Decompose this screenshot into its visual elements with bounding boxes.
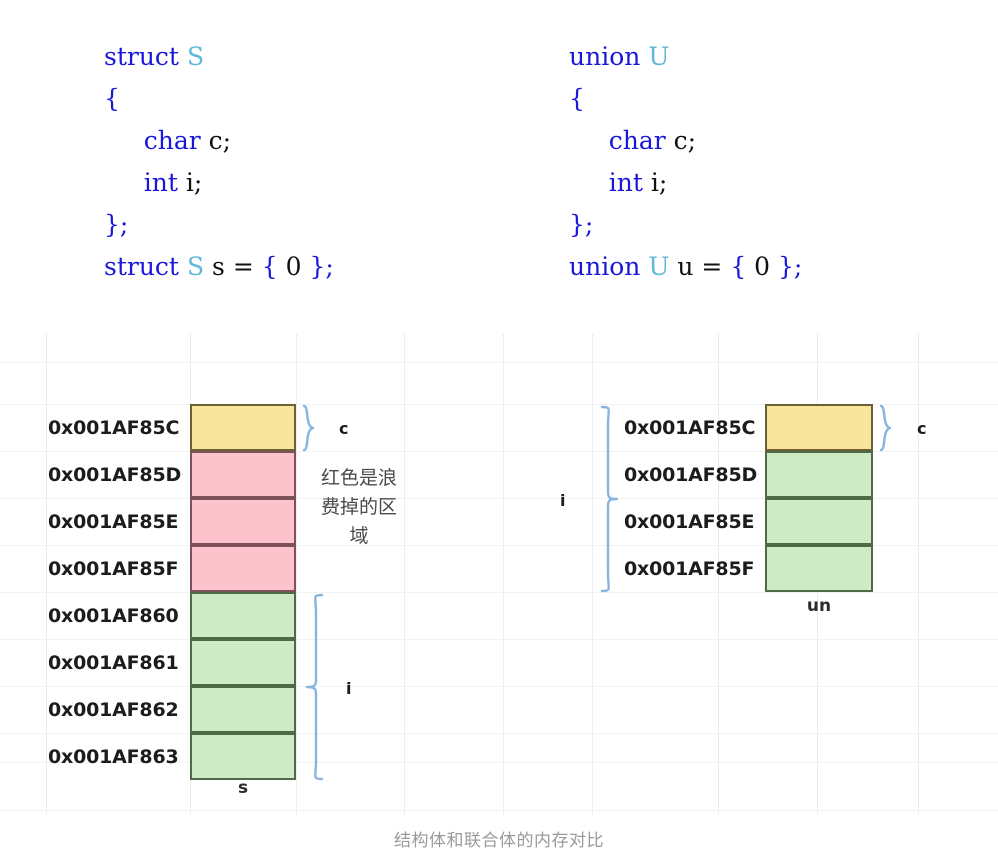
memory-layout-diagram: 0x001AF85C 0x001AF85D 0x001AF85E 0x001AF… bbox=[0, 334, 998, 814]
address-label: 0x001AF85C bbox=[624, 417, 756, 439]
grid-line bbox=[0, 592, 998, 593]
field-label-i-union: i bbox=[560, 491, 566, 510]
code-block-union: union U { char c; int i; }; union U u = … bbox=[569, 42, 803, 281]
grid-line bbox=[296, 334, 297, 814]
address-label: 0x001AF862 bbox=[48, 699, 179, 721]
memory-cell bbox=[190, 639, 296, 686]
memory-cell bbox=[190, 404, 296, 451]
grid-line bbox=[0, 362, 998, 363]
memory-cell bbox=[765, 451, 873, 498]
union-variable-label: un bbox=[806, 596, 832, 616]
address-label: 0x001AF85F bbox=[48, 558, 179, 580]
memory-cell bbox=[190, 545, 296, 592]
brace-i-union-icon bbox=[600, 405, 619, 593]
brace-i-struct-icon bbox=[305, 593, 324, 781]
memory-cell bbox=[765, 545, 873, 592]
address-label: 0x001AF861 bbox=[48, 652, 179, 674]
brace-c-struct-icon bbox=[302, 404, 315, 452]
grid-line bbox=[0, 810, 998, 811]
address-label: 0x001AF85D bbox=[48, 464, 182, 486]
address-label: 0x001AF85C bbox=[48, 417, 180, 439]
brace-c-union-icon bbox=[879, 404, 892, 452]
address-label: 0x001AF85E bbox=[624, 511, 755, 533]
grid-line bbox=[503, 334, 504, 814]
grid-line bbox=[918, 334, 919, 814]
memory-cell bbox=[190, 733, 296, 780]
grid-line bbox=[0, 733, 998, 734]
memory-cell bbox=[765, 498, 873, 545]
address-label: 0x001AF85F bbox=[624, 558, 755, 580]
grid-line bbox=[592, 334, 593, 814]
memory-cell bbox=[190, 451, 296, 498]
wasted-region-note: 红色是浪 费掉的区 域 bbox=[320, 467, 397, 547]
address-label: 0x001AF863 bbox=[48, 746, 179, 768]
address-label: 0x001AF860 bbox=[48, 605, 179, 627]
memory-cell bbox=[190, 686, 296, 733]
grid-line bbox=[0, 639, 998, 640]
grid-line bbox=[0, 686, 998, 687]
code-block-struct: struct S { char c; int i; }; struct S s … bbox=[104, 42, 334, 281]
address-label: 0x001AF85E bbox=[48, 511, 179, 533]
figure-caption: 结构体和联合体的内存对比 bbox=[394, 831, 604, 851]
address-label: 0x001AF85D bbox=[624, 464, 758, 486]
grid-line bbox=[46, 334, 47, 814]
memory-cell bbox=[190, 498, 296, 545]
memory-cell bbox=[765, 404, 873, 451]
field-label-i-struct: i bbox=[346, 679, 352, 698]
memory-cell bbox=[190, 592, 296, 639]
grid-line bbox=[404, 334, 405, 814]
field-label-c-union: c bbox=[917, 419, 927, 438]
struct-variable-label: s bbox=[237, 778, 249, 798]
field-label-c-struct: c bbox=[339, 419, 349, 438]
